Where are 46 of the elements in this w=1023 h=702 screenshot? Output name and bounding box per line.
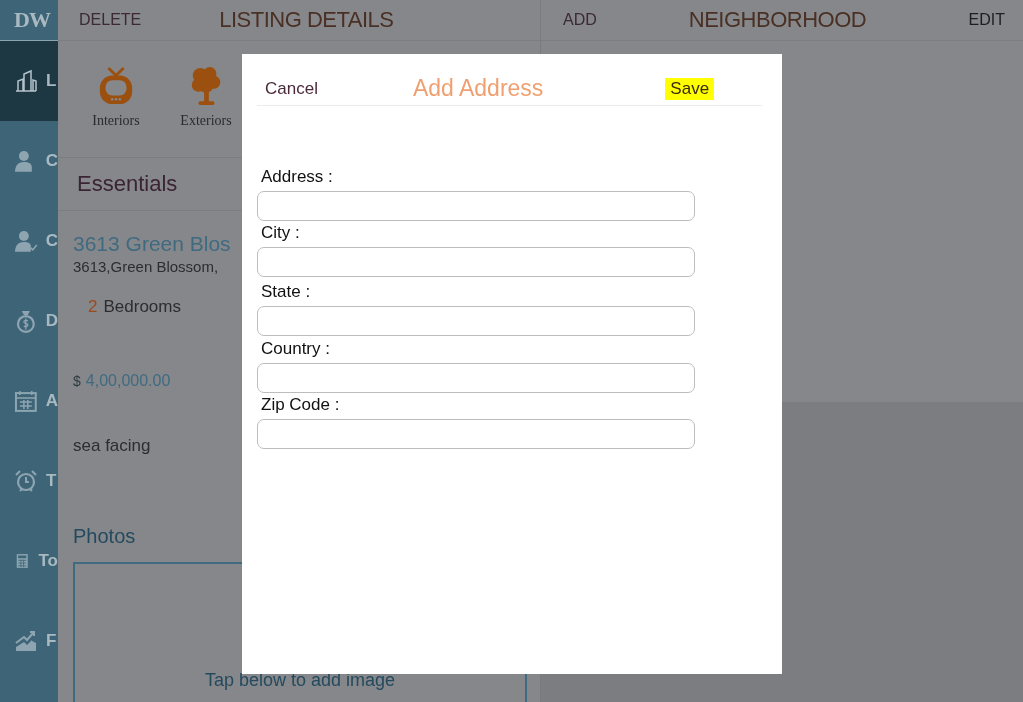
save-button[interactable]: Save: [665, 77, 715, 100]
dialog-title: Add Address: [412, 75, 544, 102]
sidebar-item[interactable]: A: [0, 361, 58, 441]
sidebar-item[interactable]: L: [0, 41, 58, 121]
page-title: NEIGHBORHOOD: [688, 7, 867, 33]
price-value: 4,00,000.00: [85, 372, 171, 390]
input-field[interactable]: [257, 363, 695, 393]
currency-symbol: $: [73, 373, 81, 389]
listing-address: 3613,Green Blossom,: [73, 258, 219, 275]
buildings-icon: [14, 69, 38, 93]
money-bag-icon: [14, 309, 38, 333]
sidebar-item[interactable]: C: [0, 201, 58, 281]
field-label: Zip Code :: [261, 395, 341, 415]
sidebar-item[interactable]: C: [0, 121, 58, 201]
sidebar-item[interactable]: F: [0, 601, 58, 681]
bedrooms-label: Bedrooms: [103, 297, 181, 317]
photos-title: Photos: [73, 525, 136, 548]
input-field[interactable]: [257, 419, 695, 449]
add-button[interactable]: ADD: [563, 11, 597, 29]
field-label: City :: [261, 223, 301, 243]
category-label[interactable]: Exteriors: [180, 113, 232, 129]
listing-name: 3613 Green Blos: [73, 232, 231, 256]
category-label[interactable]: Interiors: [92, 113, 140, 129]
edit-button[interactable]: EDIT: [968, 11, 1005, 29]
sidebar-item[interactable]: T: [0, 441, 58, 521]
input-field[interactable]: [257, 191, 695, 221]
photo-hint: Tap below to add image: [204, 670, 396, 692]
input-field[interactable]: [257, 247, 695, 277]
section-title: Essentials: [77, 171, 178, 197]
listing-description: sea facing: [73, 436, 151, 456]
television-icon: [97, 65, 135, 107]
delete-button[interactable]: DELETE: [79, 11, 142, 29]
field-label: State :: [261, 282, 312, 302]
logo: DW: [14, 7, 50, 33]
calendar-icon: [14, 389, 38, 413]
sidebar-item[interactable]: D: [0, 281, 58, 361]
alarm-clock-icon: [14, 469, 38, 493]
field-label: Address :: [261, 167, 334, 187]
field-label: Country :: [261, 339, 331, 359]
sidebar-item[interactable]: To: [0, 521, 58, 601]
page-title: LISTING DETAILS: [219, 7, 394, 33]
growth-chart-icon: [14, 629, 38, 653]
bedroom-count: 2: [88, 297, 98, 317]
cancel-button[interactable]: Cancel: [265, 78, 318, 99]
input-field[interactable]: [257, 306, 695, 336]
user-check-icon: [14, 229, 38, 253]
